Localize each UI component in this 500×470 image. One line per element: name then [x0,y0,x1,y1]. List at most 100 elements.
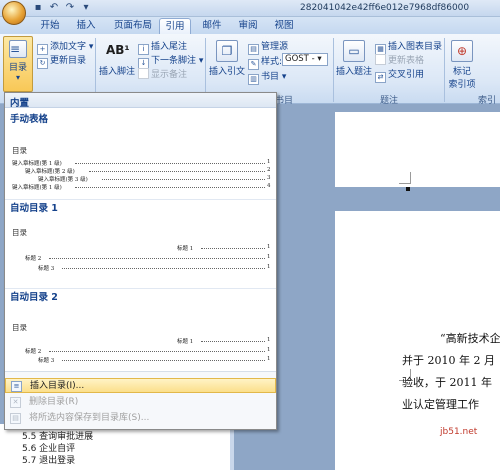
leader-dots [89,168,265,172]
refresh-icon: ↻ [37,58,48,69]
style-label-text: 样式: [261,57,283,67]
cross-reference-label: 交叉引用 [388,70,425,80]
caption-icon: ▭ [343,40,365,62]
update-toc-button[interactable]: ↻ 更新目录 [37,53,86,69]
insert-toc-label: 插入目录(I)... [30,381,85,391]
toc-label: 目录 [8,63,27,73]
quick-access-toolbar: ▪ ↶ ↷ ▾ [32,2,92,14]
toc-page-number: 1 [267,356,271,362]
bullet-mark [406,187,410,191]
tab-references[interactable]: 引用 [159,18,191,34]
toc-button[interactable]: ≡ 目录 ▾ [3,36,33,92]
remove-toc-label: 删除目录(R) [29,397,79,407]
show-notes-label: 显示备注 [151,70,188,80]
toc-preview-line: 键入章标题(第 3 级) [38,177,88,183]
insert-footnote-label: 插入脚注 [99,67,136,77]
redo-icon[interactable]: ↷ [64,2,76,14]
mark-entry-label: 标记 [452,67,471,77]
toc-page-number: 4 [267,183,271,189]
toc-preview-line: 键入章标题(第 1 级) [12,185,62,191]
chevron-down-icon: ▾ [15,73,20,82]
insert-toc-menu-item[interactable]: ≡ 插入目录(I)... [5,378,276,393]
tab-insert[interactable]: 插入 [74,18,98,34]
tab-view[interactable]: 视图 [272,18,296,34]
insert-caption-button[interactable]: ▭ 插入题注 [336,40,372,77]
toc-style-automatic-2[interactable]: 自动目录 2 目录 标题 1 1 标题 2 1 标题 3 1 [5,289,276,371]
update-table-button[interactable]: 更新表格 [375,53,424,66]
toc-gallery-dropdown: 内置 手动表格 目录 键入章标题(第 1 级) 1 键入章标题(第 2 级) 2… [4,92,277,430]
preview-title: 目录 [12,323,27,332]
citation-style-select[interactable]: GOST - ▾ [282,53,328,66]
office-button[interactable] [2,1,26,25]
toc-style-manual[interactable]: 手动表格 目录 键入章标题(第 1 级) 1 键入章标题(第 2 级) 2 键入… [5,109,276,199]
insert-citation-label: 插入引文 [208,67,245,77]
mark-entry-icon: ⊕ [451,40,473,62]
tab-mailings[interactable]: 邮件 [200,18,224,34]
toc-icon: ≡ [9,40,27,58]
window-title: 282041042e42ff6e012e7968df86000 [300,3,470,13]
citation-style-value: GOST - [285,54,318,64]
insert-tof-label: 插入图表目录 [388,42,443,52]
undo-icon[interactable]: ↶ [48,2,60,14]
gallery-header: 内置 [5,93,276,109]
cross-reference-icon: ⇄ [375,72,386,83]
footnote-icon: AB¹ [106,43,130,57]
leader-dots [49,348,265,352]
toc-page-number: 1 [267,254,271,260]
gallery-menu: ≡ 插入目录(I)... ✕ 删除目录(R) ▤ 将所选内容保存到目录库(S).… [5,371,276,429]
doc-line-3: 验收，于 2011 年 [402,376,492,389]
leader-dots [102,176,265,180]
document-page [335,112,500,187]
toc-preview-line: 键入章标题(第 1 级) [12,161,62,167]
doc-list-item: 5.7 退出登录 [22,456,76,466]
save-selection-menu-item[interactable]: ▤ 将所选内容保存到目录库(S)... [5,411,276,426]
next-footnote-label: 下一条脚注 [151,56,197,66]
tab-page-layout[interactable]: 页面布局 [110,18,156,34]
save-icon[interactable]: ▪ [32,2,44,14]
doc-line-2: 并于 2010 年 2 月 [402,354,495,367]
preview-title: 目录 [12,228,27,237]
toc-preview-line: 标题 1 [177,339,194,345]
section-title: 自动目录 1 [10,203,58,214]
leader-dots [62,357,265,361]
cross-reference-button[interactable]: ⇄ 交叉引用 [375,67,424,83]
show-notes-button[interactable]: 显示备注 [138,67,187,80]
mark-entry-button[interactable]: ⊕ 标记 索引项 [447,40,477,90]
insert-endnote-label: 插入尾注 [151,42,188,52]
toc-style-automatic-1[interactable]: 自动目录 1 目录 标题 1 1 标题 2 1 标题 3 1 [5,200,276,288]
style-label: ✎ 样式: [248,54,282,70]
tab-review[interactable]: 审阅 [236,18,260,34]
insert-toc-icon: ≡ [11,381,22,392]
toc-preview-line: 标题 2 [25,256,42,262]
add-text-label: 添加文字 [50,42,87,52]
insert-caption-label: 插入题注 [336,67,373,77]
insert-footnote-button[interactable]: AB¹ 插入脚注 [99,40,135,77]
customize-qat-icon[interactable]: ▾ [80,2,92,14]
toc-preview-line: 键入章标题(第 2 级) [25,169,75,175]
show-notes-icon [138,68,149,79]
toc-page-number: 1 [267,264,271,270]
toc-page-number: 2 [267,167,271,173]
remove-toc-menu-item[interactable]: ✕ 删除目录(R) [5,395,276,410]
insert-citation-button[interactable]: ❐ 插入引文 [208,40,246,77]
leader-dots [49,255,265,259]
toc-page-number: 1 [267,244,271,250]
toc-page-number: 1 [267,347,271,353]
save-to-gallery-icon: ▤ [10,413,21,424]
bibliography-button[interactable]: ▥ 书目 ▾ [248,69,286,85]
remove-toc-icon: ✕ [10,397,21,408]
doc-line-1: “高新技术企 [440,332,500,345]
section-title: 自动目录 2 [10,292,58,303]
title-bar: ▪ ↶ ↷ ▾ 282041042e42ff6e012e7968df86000 [0,0,500,17]
crop-mark [399,172,411,184]
toc-page-number: 1 [267,337,271,343]
leader-dots [75,160,265,164]
leader-dots [75,184,265,188]
section-title: 手动表格 [10,114,49,125]
update-toc-label: 更新目录 [50,56,87,66]
watermark-site: jb51.net [440,427,478,437]
leader-dots [62,265,265,269]
tab-home[interactable]: 开始 [38,18,62,34]
toc-preview-line: 标题 1 [177,246,194,252]
toc-preview-line: 标题 3 [38,266,55,272]
